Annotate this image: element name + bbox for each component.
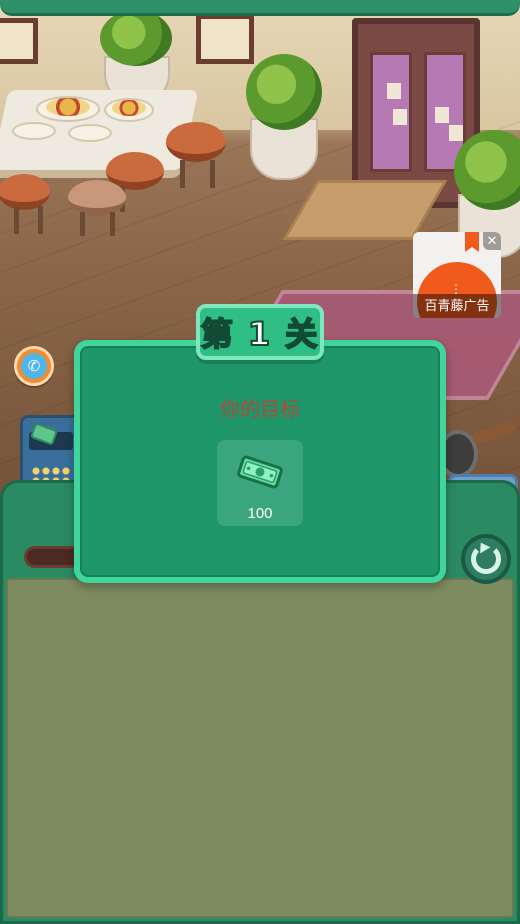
- door-note: [435, 107, 449, 123]
- food-dish: [46, 98, 90, 116]
- phone-button[interactable]: ✆: [14, 346, 54, 386]
- wall-picture: [0, 18, 38, 64]
- board-area: [6, 578, 514, 918]
- goal-item: 100: [217, 440, 303, 526]
- stool: [0, 174, 50, 210]
- pan-handle: [471, 418, 519, 446]
- stool-leg: [38, 206, 43, 234]
- ad-label: 百青藤广告: [413, 294, 501, 318]
- close-icon[interactable]: ✕: [483, 232, 501, 250]
- bookmark-icon: [465, 232, 479, 252]
- top-bar: [0, 0, 520, 16]
- door-note: [393, 109, 407, 125]
- food-dish: [112, 100, 146, 116]
- ad-banner[interactable]: ⋮ ⋮ 百青藤广告 ✕: [413, 232, 501, 318]
- stool-leg: [14, 206, 19, 234]
- plate: [68, 124, 112, 142]
- refresh-button[interactable]: [461, 534, 511, 584]
- potted-plant: [246, 54, 322, 130]
- stool-leg: [180, 160, 185, 188]
- level-title: 第 1 关: [200, 314, 320, 354]
- level-title-badge: 第 1 关: [196, 304, 324, 360]
- plate: [12, 122, 56, 140]
- stool-leg: [80, 212, 85, 236]
- cash-icon: [237, 455, 283, 489]
- goal-label: 你的目标: [220, 399, 300, 421]
- stool: [68, 180, 126, 216]
- wall-picture: [196, 14, 254, 64]
- refresh-icon: [471, 539, 501, 574]
- door-pane: [370, 52, 412, 172]
- potted-plant: [100, 10, 172, 66]
- door-note: [387, 83, 401, 99]
- stool-leg: [210, 160, 215, 188]
- stool-leg: [110, 212, 115, 236]
- door-note: [449, 125, 463, 141]
- stool: [166, 122, 226, 162]
- phone-icon: ✆: [21, 353, 47, 379]
- goal-value: 100: [247, 505, 273, 522]
